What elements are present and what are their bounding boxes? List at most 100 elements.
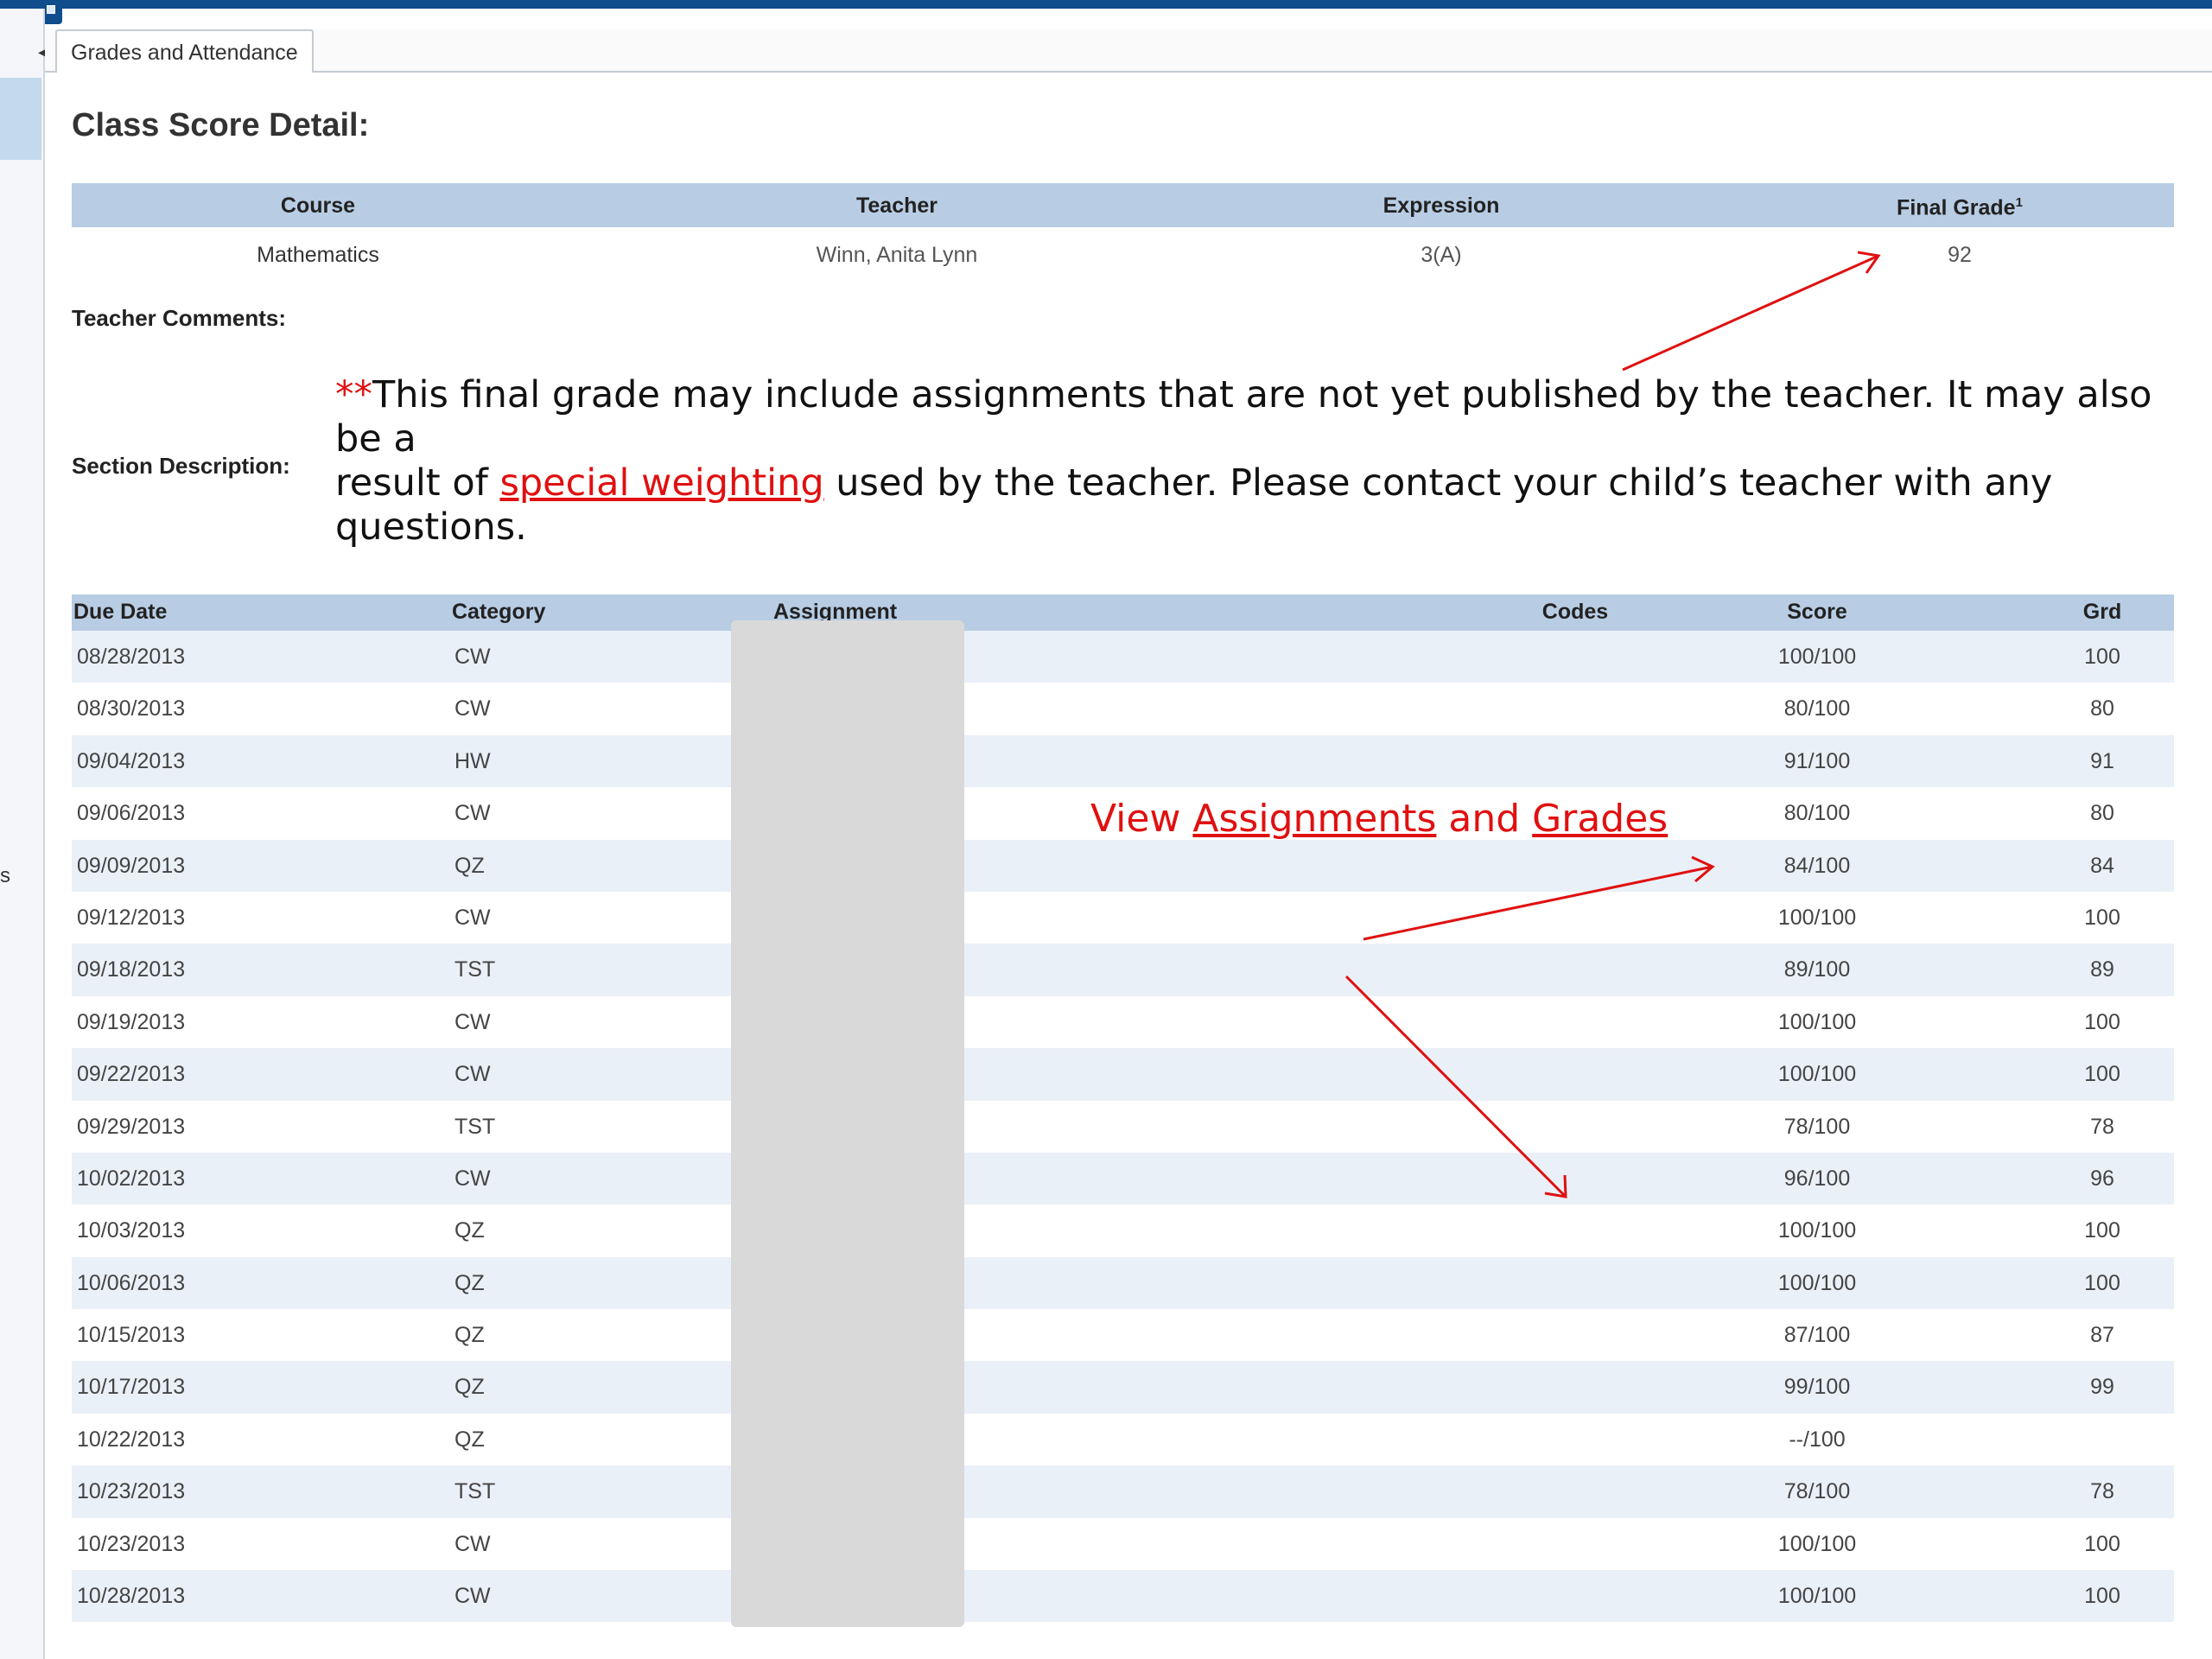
sidebar-active-item[interactable] [0, 78, 41, 160]
teacher-name: Winn, Anita Lynn [816, 243, 978, 267]
cell-category: TST [454, 1479, 496, 1504]
annotation-assignments: Assignments [1192, 797, 1437, 841]
cell-score: 99/100 [1783, 1375, 1851, 1400]
cell-due-date: 09/18/2013 [77, 957, 186, 982]
cell-category: CW [454, 1062, 491, 1087]
cell-category: QZ [454, 1375, 485, 1400]
cell-score: 78/100 [1783, 1114, 1851, 1139]
cell-score: 100/100 [1777, 1270, 1857, 1295]
note-line2-pre: result of [335, 461, 500, 505]
cell-score: 96/100 [1783, 1166, 1851, 1191]
course-table-header: Course Teacher Expression Final Grade1 [72, 183, 2174, 227]
cell-category: CW [454, 801, 491, 826]
table-row[interactable]: 09/22/2013 CW 100/100 100 [72, 1048, 2174, 1101]
header-category[interactable]: Category [452, 600, 545, 625]
cell-due-date: 09/29/2013 [77, 1114, 186, 1139]
table-row[interactable]: 10/28/2013 CW 100/100 100 [72, 1570, 2174, 1623]
cell-category: HW [454, 748, 491, 773]
special-weighting-link[interactable]: special weighting [499, 461, 823, 505]
cell-category: CW [454, 1166, 491, 1191]
cell-due-date: 09/09/2013 [77, 853, 186, 878]
cell-category: TST [454, 1114, 496, 1139]
table-row[interactable]: 10/15/2013 QZ 87/100 87 [72, 1309, 2174, 1361]
cell-due-date: 09/12/2013 [77, 905, 186, 930]
annotation-view-assignments: View Assignments and Grades [1090, 797, 1669, 841]
cell-grd: 91 [2090, 748, 2114, 773]
tab-bar: Grades and Attendance [45, 29, 2212, 73]
cell-score: 84/100 [1783, 853, 1851, 878]
cell-grd: 78 [2090, 1479, 2114, 1504]
table-row[interactable]: 10/02/2013 CW 96/100 96 [72, 1152, 2174, 1205]
header-final-grade: Final Grade1 [1897, 195, 2023, 220]
table-row[interactable]: 09/12/2013 CW 100/100 100 [72, 892, 2174, 944]
left-sidebar: ◂ s [0, 9, 46, 1659]
table-row[interactable]: 10/22/2013 QZ --/100 [72, 1414, 2174, 1465]
header-codes[interactable]: Codes [1523, 600, 1627, 625]
cell-grd: 84 [2090, 853, 2114, 878]
table-row[interactable]: 10/03/2013 QZ 100/100 100 [72, 1205, 2174, 1256]
annotation-grades: Grades [1532, 797, 1669, 841]
cell-due-date: 10/23/2013 [77, 1531, 186, 1556]
cell-score: 100/100 [1777, 1009, 1857, 1034]
cell-due-date: 09/04/2013 [77, 748, 186, 773]
cell-due-date: 10/15/2013 [77, 1323, 186, 1348]
cell-due-date: 10/22/2013 [77, 1427, 186, 1452]
cell-due-date: 10/02/2013 [77, 1166, 186, 1191]
cell-category: CW [454, 645, 491, 669]
table-row[interactable]: 08/28/2013 CW 100/100 100 [72, 631, 2174, 683]
cell-grd: 89 [2090, 957, 2114, 982]
expression-value: 3(A) [1421, 243, 1462, 267]
cell-category: TST [454, 957, 496, 982]
cell-category: CW [454, 1531, 491, 1556]
cell-score: 87/100 [1783, 1323, 1851, 1348]
cell-score: 100/100 [1777, 1531, 1857, 1556]
table-row[interactable]: 09/19/2013 CW 100/100 100 [72, 996, 2174, 1048]
cell-score: --/100 [1789, 1427, 1846, 1452]
table-row[interactable]: 10/17/2013 QZ 99/100 99 [72, 1361, 2174, 1414]
table-row[interactable]: 09/04/2013 HW 91/100 91 [72, 734, 2174, 788]
page-title: Class Score Detail: [72, 107, 370, 143]
cell-grd: 100 [2084, 905, 2120, 930]
table-row[interactable]: 08/30/2013 CW 80/100 80 [72, 683, 2174, 734]
header-course: Course [280, 194, 356, 218]
cell-due-date: 10/23/2013 [77, 1479, 186, 1504]
note-line1: This final grade may include assignments… [335, 373, 2152, 461]
course-row: Mathematics Winn, Anita Lynn 3(A) 92 [72, 227, 2174, 279]
header-due-date[interactable]: Due Date [73, 600, 167, 625]
table-row[interactable]: 10/23/2013 CW 100/100 100 [72, 1518, 2174, 1570]
cell-due-date: 10/03/2013 [77, 1218, 186, 1243]
header-score[interactable]: Score [1765, 600, 1869, 625]
cell-score: 100/100 [1777, 1062, 1857, 1087]
table-row[interactable]: 09/29/2013 TST 78/100 78 [72, 1101, 2174, 1153]
final-grade-value[interactable]: 92 [1852, 243, 2068, 268]
table-row[interactable]: 09/18/2013 TST 89/100 89 [72, 944, 2174, 996]
cell-grd: 80 [2090, 696, 2114, 721]
header-grd[interactable]: Grd [2050, 600, 2154, 625]
cell-score: 100/100 [1777, 1584, 1857, 1609]
redacted-assignment-column [731, 620, 964, 1627]
header-expression: Expression [1382, 194, 1500, 218]
cell-score: 100/100 [1777, 645, 1857, 669]
cell-category: QZ [454, 853, 485, 878]
cell-category: QZ [454, 1427, 485, 1452]
cell-grd: 100 [2084, 1270, 2120, 1295]
course-name: Mathematics [257, 243, 379, 267]
cell-due-date: 10/06/2013 [77, 1270, 186, 1295]
table-row[interactable]: 10/23/2013 TST 78/100 78 [72, 1465, 2174, 1518]
cell-grd: 100 [2084, 1531, 2120, 1556]
cell-grd: 100 [2084, 1062, 2120, 1087]
cell-grd: 87 [2090, 1323, 2114, 1348]
cell-due-date: 08/28/2013 [77, 645, 186, 669]
table-row[interactable]: 09/09/2013 QZ 84/100 84 [72, 839, 2174, 892]
cell-score: 89/100 [1783, 957, 1851, 982]
cell-grd: 100 [2084, 1584, 2120, 1609]
note-stars: ** [335, 373, 372, 416]
cell-score: 80/100 [1783, 696, 1851, 721]
cell-category: CW [454, 905, 491, 930]
cell-grd: 99 [2090, 1375, 2114, 1400]
table-row[interactable]: 10/06/2013 QZ 100/100 100 [72, 1256, 2174, 1310]
cell-category: QZ [454, 1270, 485, 1295]
tab-grades-and-attendance[interactable]: Grades and Attendance [55, 29, 314, 73]
scores-table-header: Due Date Category Assignment Codes Score… [72, 594, 2174, 631]
sidebar-partial-label: s [0, 864, 10, 887]
